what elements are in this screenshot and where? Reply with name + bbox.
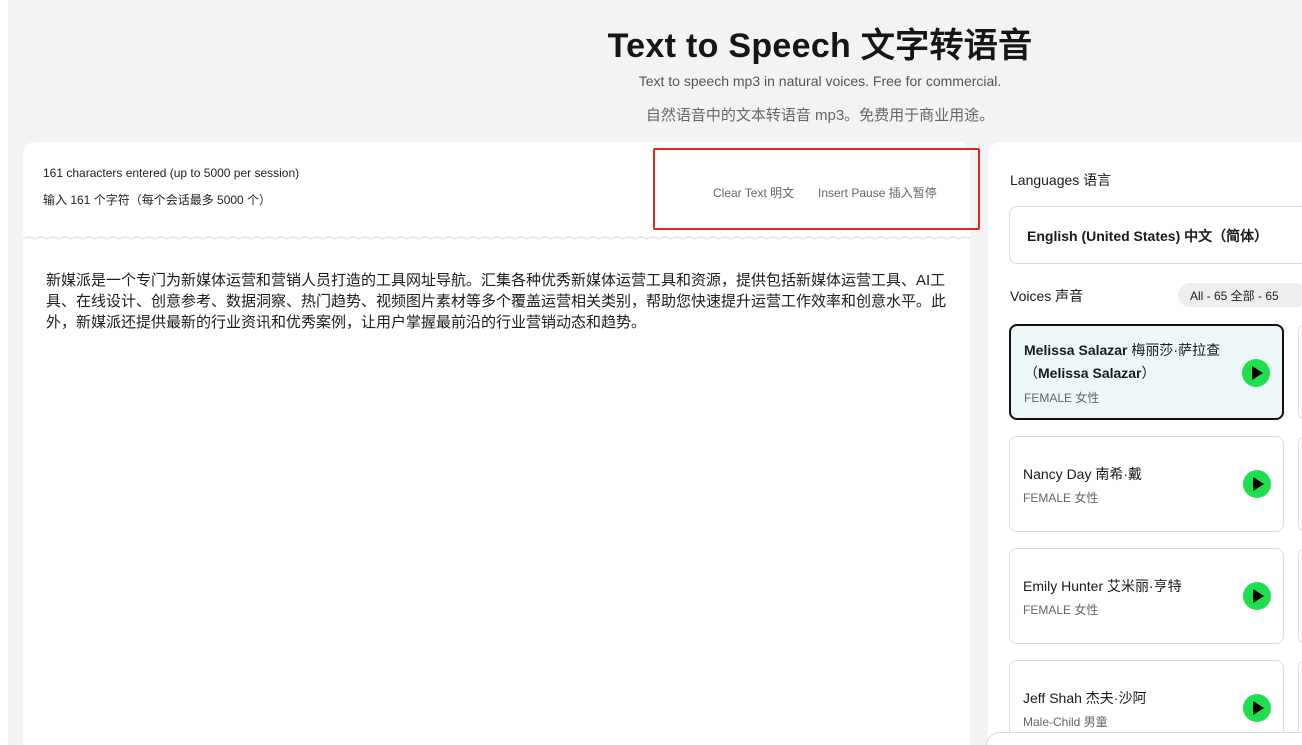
page-title: Text to Speech 文字转语音	[607, 27, 1033, 65]
voice-card-peek	[1298, 436, 1302, 532]
voice-card-peek	[1298, 548, 1302, 644]
page-subtitle-en: Text to speech mp3 in natural voices. Fr…	[638, 73, 1002, 89]
editor-actions-highlight: Clear Text 明文 Insert Pause 插入暂停	[653, 148, 980, 230]
left-edge	[0, 0, 8, 745]
voice-panel: Languages 语言 English (United States) 中文（…	[988, 142, 1302, 745]
play-button[interactable]	[1243, 694, 1271, 722]
voice-tag: FEMALE 女性	[1023, 603, 1099, 617]
voice-name-part: Melissa Salazar	[1038, 365, 1142, 381]
play-icon	[1252, 366, 1263, 380]
play-icon	[1253, 477, 1264, 491]
play-button[interactable]	[1243, 582, 1271, 610]
wave-divider	[23, 236, 970, 240]
bottom-panel-peek	[986, 732, 1302, 745]
voices-label: Voices 声音	[1010, 288, 1084, 304]
play-button[interactable]	[1243, 470, 1271, 498]
language-select[interactable]: English (United States) 中文（简体）	[1009, 206, 1302, 264]
voice-card-peek	[1298, 324, 1302, 420]
voice-tag: FEMALE 女性	[1023, 491, 1099, 505]
voice-name-part: ）	[1141, 365, 1156, 381]
char-count-en: 161 characters entered (up to 5000 per s…	[43, 166, 300, 180]
voices-filter-all[interactable]: All - 65 全部 - 65	[1178, 283, 1302, 307]
voice-card[interactable]: Melissa Salazar 梅丽莎·萨拉查（Melissa Salazar）…	[1009, 324, 1284, 420]
voice-tag: Male-Child 男童	[1023, 715, 1108, 729]
page-subtitle-zh: 自然语音中的文本转语音 mp3。免费用于商业用途。	[645, 107, 995, 124]
play-button[interactable]	[1242, 359, 1270, 387]
clear-text-button[interactable]: Clear Text 明文	[713, 184, 794, 201]
char-count-zh: 输入 161 个字符（每个会话最多 5000 个）	[43, 193, 272, 207]
play-icon	[1253, 589, 1264, 603]
voice-card[interactable]: Nancy Day 南希·戴 FEMALE 女性	[1009, 436, 1284, 532]
voice-name: Melissa Salazar 梅丽莎·萨拉查（Melissa Salazar）	[1024, 339, 1249, 385]
language-selected-value: English (United States) 中文（简体）	[1027, 228, 1269, 244]
voice-card[interactable]: Emily Hunter 艾米丽·亨特 FEMALE 女性	[1009, 548, 1284, 644]
voice-tag: FEMALE 女性	[1024, 391, 1100, 405]
text-editor-card: 161 characters entered (up to 5000 per s…	[23, 142, 980, 745]
languages-label: Languages 语言	[1010, 172, 1112, 188]
voice-name: Jeff Shah 杰夫·沙阿	[1023, 690, 1147, 706]
insert-pause-button[interactable]: Insert Pause 插入暂停	[818, 184, 937, 201]
play-icon	[1253, 701, 1264, 715]
text-input-area[interactable]: 新媒派是一个专门为新媒体运营和营销人员打造的工具网址导航。汇集各种优秀新媒体运营…	[46, 270, 951, 333]
voice-name-part: Melissa Salazar	[1024, 342, 1128, 358]
voice-name: Emily Hunter 艾米丽·亨特	[1023, 578, 1182, 594]
voice-name: Nancy Day 南希·戴	[1023, 466, 1143, 482]
